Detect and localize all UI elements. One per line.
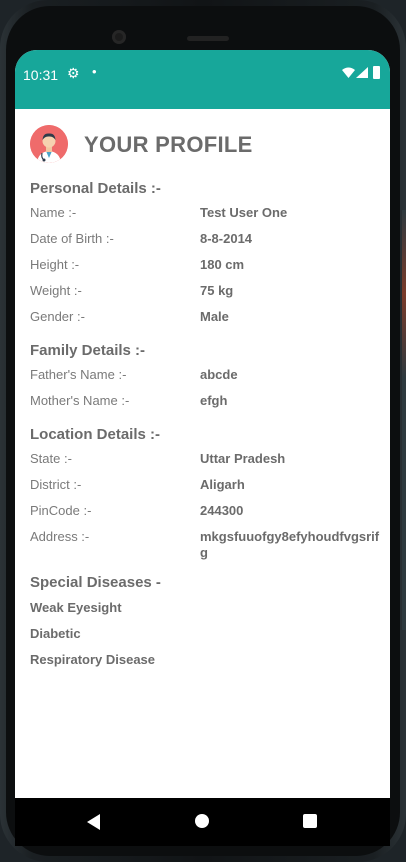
disease-item: Weak Eyesight	[30, 600, 122, 615]
detail-value: 75 kg	[200, 283, 234, 298]
profile-content: YOUR PROFILE Personal Details :- Name :-…	[30, 125, 379, 677]
detail-row-mother: Mother's Name :- efgh	[30, 389, 375, 415]
detail-value: efgh	[200, 393, 228, 408]
detail-value: Male	[200, 309, 229, 324]
home-icon[interactable]	[195, 814, 209, 828]
detail-value: Test User One	[200, 205, 288, 220]
status-time: 10:31	[23, 67, 59, 83]
detail-row-gender: Gender :- Male	[30, 305, 375, 331]
detail-label: Mother's Name :-	[30, 393, 130, 408]
wifi-icon	[342, 67, 355, 78]
detail-value: Aligarh	[200, 477, 245, 492]
signal-icon	[356, 67, 368, 78]
detail-label: Father's Name :-	[30, 367, 127, 382]
detail-row-height: Height :- 180 cm	[30, 253, 375, 279]
disease-item: Respiratory Disease	[30, 652, 156, 667]
detail-row-weight: Weight :- 75 kg	[30, 279, 375, 305]
page-title: YOUR PROFILE	[84, 132, 253, 157]
phone-side-accent	[402, 210, 406, 630]
profile-header: YOUR PROFILE	[30, 125, 375, 165]
disease-item: Diabetic	[30, 626, 81, 641]
detail-label: State :-	[30, 451, 72, 466]
battery-icon	[373, 66, 380, 79]
family-details-heading: Family Details :-	[30, 342, 146, 359]
detail-row-address: Address :- mkgsfuuofgy8efyhoudfvgsrifg	[30, 525, 379, 567]
detail-value: abcde	[200, 367, 238, 382]
detail-value: 8-8-2014	[200, 231, 253, 246]
speaker-grille	[187, 36, 229, 41]
detail-value: mkgsfuuofgy8efyhoudfvgsrifg	[200, 529, 380, 560]
dot-icon: •	[92, 64, 97, 79]
detail-label: Height :-	[30, 257, 80, 272]
recents-icon[interactable]	[303, 814, 317, 828]
detail-row-district: District :- Aligarh	[30, 473, 375, 499]
back-icon[interactable]	[87, 814, 100, 830]
detail-value: 244300	[200, 503, 244, 518]
detail-label: PinCode :-	[30, 503, 92, 518]
detail-row-father: Father's Name :- abcde	[30, 363, 375, 389]
app-screen: 10:31 ⚙ • YOUR PROFILE Personal Details …	[15, 50, 390, 846]
detail-label: District :-	[30, 477, 82, 492]
gear-icon: ⚙	[67, 65, 80, 81]
detail-label: Address :-	[30, 529, 90, 544]
location-details-heading: Location Details :-	[30, 426, 161, 443]
system-nav-bar	[15, 798, 390, 846]
detail-row-state: State :- Uttar Pradesh	[30, 447, 375, 473]
detail-value: Uttar Pradesh	[200, 451, 286, 466]
special-diseases-heading: Special Diseases -	[30, 574, 161, 591]
detail-row-name: Name :- Test User One	[30, 201, 375, 227]
status-bar: 10:31 ⚙ •	[15, 50, 390, 109]
phone-frame: 10:31 ⚙ • YOUR PROFILE Personal Details …	[0, 0, 406, 862]
personal-details-heading: Personal Details :-	[30, 180, 161, 197]
camera-icon	[112, 30, 126, 44]
detail-label: Name :-	[30, 205, 77, 220]
detail-label: Date of Birth :-	[30, 231, 114, 246]
detail-row-pincode: PinCode :- 244300	[30, 499, 375, 525]
doctor-avatar-icon	[30, 125, 68, 163]
detail-label: Gender :-	[30, 309, 85, 324]
detail-row-dob: Date of Birth :- 8-8-2014	[30, 227, 375, 253]
detail-label: Weight :-	[30, 283, 82, 298]
detail-value: 180 cm	[200, 257, 245, 272]
